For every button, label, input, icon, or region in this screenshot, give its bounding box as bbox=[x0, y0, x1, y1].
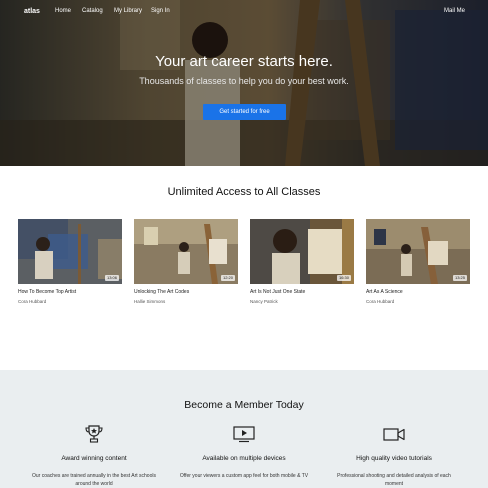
feature-description: Our coaches are trained annually in the … bbox=[32, 473, 156, 487]
class-card[interactable]: 13:25 Art As A Science Cora Hubbard bbox=[366, 219, 470, 304]
class-author: Cora Hubbard bbox=[366, 299, 395, 304]
video-camera-icon bbox=[383, 428, 405, 441]
class-author: Nancy Patrick bbox=[250, 299, 278, 304]
class-title[interactable]: Unlocking The Art Codes bbox=[134, 289, 189, 295]
feature-title: Award winning content bbox=[61, 455, 127, 462]
hero-title: Your art career starts here. bbox=[155, 53, 333, 70]
nav-link-sign-in[interactable]: Sign In bbox=[151, 8, 170, 14]
class-thumbnail[interactable]: 12:20 bbox=[134, 219, 238, 284]
hero-subtitle: Thousands of classes to help you do your… bbox=[139, 76, 349, 86]
duration-badge: 13:06 bbox=[104, 275, 119, 281]
class-author: Hallie Simmons bbox=[134, 299, 166, 304]
feature-title: High quality video tutorials bbox=[356, 455, 432, 462]
class-card[interactable]: 16:30 Art Is Not Just One State Nancy Pa… bbox=[250, 219, 354, 304]
class-card[interactable]: 12:20 Unlocking The Art Codes Hallie Sim… bbox=[134, 219, 238, 304]
class-author: Cora Hubbard bbox=[18, 299, 47, 304]
nav-link-home[interactable]: Home bbox=[55, 8, 71, 14]
class-title[interactable]: Art As A Science bbox=[366, 289, 403, 295]
membership-section: Become a Member Today Award winning cont… bbox=[0, 370, 488, 488]
class-title[interactable]: How To Become Top Artist bbox=[18, 289, 76, 295]
top-nav: atlas Home Catalog My Library Sign In Ma… bbox=[0, 0, 488, 24]
trophy-icon bbox=[85, 425, 103, 443]
nav-link-my-library[interactable]: My Library bbox=[114, 8, 142, 14]
duration-badge: 12:20 bbox=[220, 275, 235, 281]
class-title[interactable]: Art Is Not Just One State bbox=[250, 289, 305, 295]
class-thumbnail[interactable]: 13:06 bbox=[18, 219, 122, 284]
feature-devices: Available on multiple devices Offer your… bbox=[179, 425, 309, 479]
feature-title: Available on multiple devices bbox=[202, 455, 286, 462]
feature-description: Offer your viewers a custom app feel for… bbox=[179, 473, 309, 479]
brand-logo[interactable]: atlas bbox=[24, 8, 40, 15]
classes-section-title: Unlimited Access to All Classes bbox=[167, 186, 321, 198]
nav-link-catalog[interactable]: Catalog bbox=[82, 8, 103, 14]
class-card[interactable]: 13:06 How To Become Top Artist Cora Hubb… bbox=[18, 219, 122, 304]
duration-badge: 13:25 bbox=[452, 275, 467, 281]
hero-banner: atlas Home Catalog My Library Sign In Ma… bbox=[0, 0, 488, 166]
feature-award: Award winning content Our coaches are tr… bbox=[29, 425, 159, 487]
duration-badge: 16:30 bbox=[336, 275, 351, 281]
class-thumbnail[interactable]: 16:30 bbox=[250, 219, 354, 284]
class-thumbnail[interactable]: 13:25 bbox=[366, 219, 470, 284]
membership-title: Become a Member Today bbox=[184, 399, 304, 411]
get-started-button[interactable]: Get started for free bbox=[203, 104, 286, 120]
nav-link-mail-me[interactable]: Mail Me bbox=[444, 8, 465, 14]
play-screen-icon bbox=[233, 426, 255, 443]
feature-video: High quality video tutorials Professiona… bbox=[329, 425, 459, 487]
feature-description: Professional shooting and detailed analy… bbox=[337, 473, 451, 487]
